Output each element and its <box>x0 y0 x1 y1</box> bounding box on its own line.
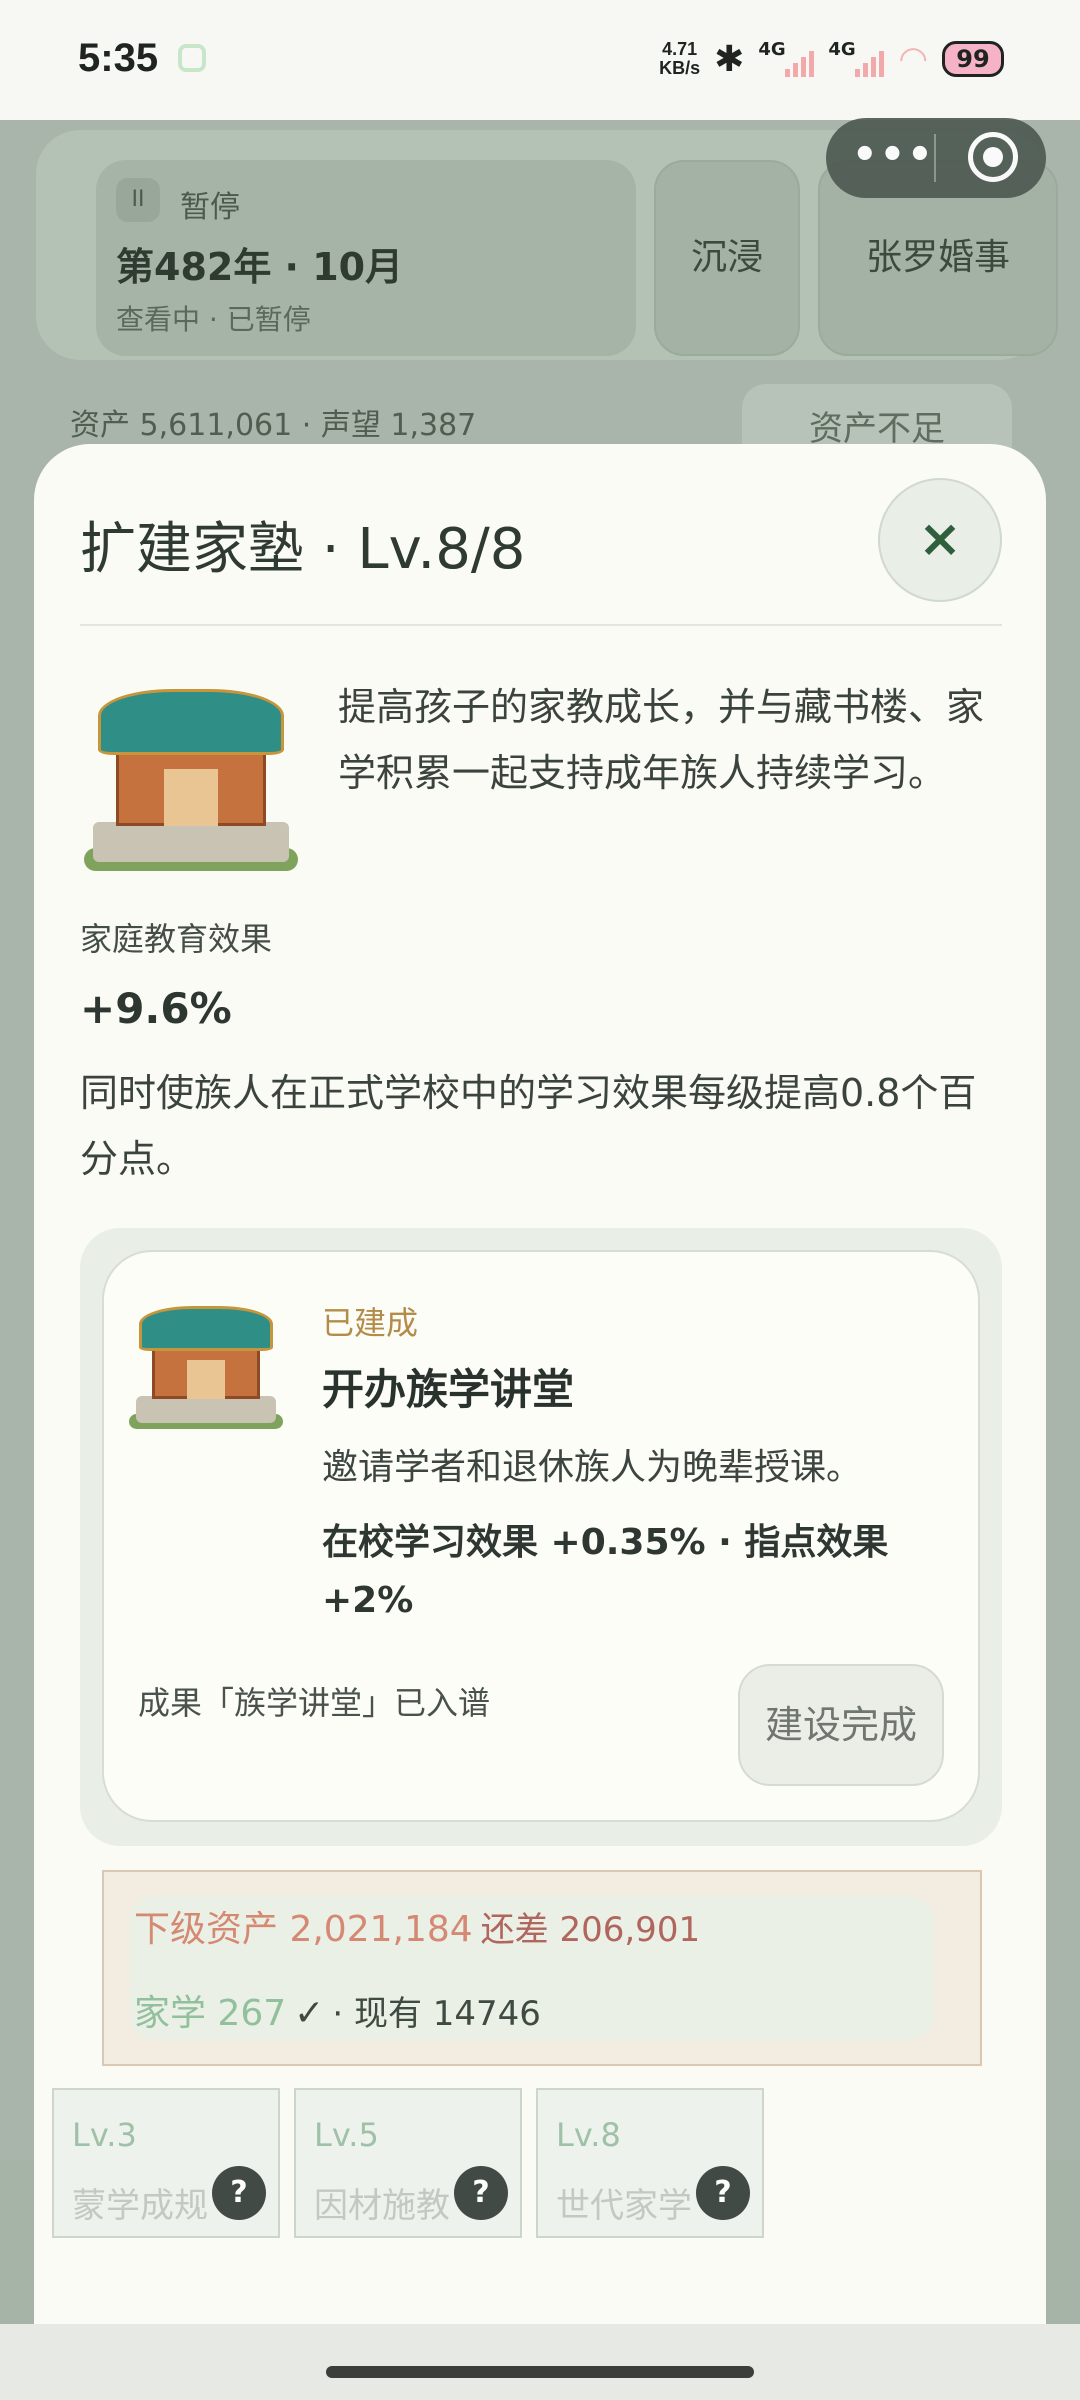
clock: 5:35 <box>78 36 159 80</box>
next-level-assets: 下级资产 2,021,184 <box>134 1909 473 1950</box>
building-description: 提高孩子的家教成长，并与藏书楼、家学积累一起支持成年族人持续学习。 <box>338 685 985 795</box>
network-speed: 4.71 KB/s <box>659 40 700 78</box>
milestone-name: 世代家学 <box>556 2186 692 2226</box>
modal-title: 扩建家塾 · Lv.8/8 <box>80 517 526 582</box>
family-learning-cost: 家学 267 <box>134 1993 287 2034</box>
upgrade-card: 已建成 开办族学讲堂 邀请学者和退休族人为晚辈授课。 在校学习效果 +0.35%… <box>102 1250 980 1822</box>
signal-icon-2: 4G <box>828 39 885 79</box>
family-learning-current: · 现有 14746 <box>332 1994 541 2034</box>
family-school-image <box>80 662 302 884</box>
view-status: 查看中 · 已暂停 <box>116 303 311 336</box>
help-icon[interactable]: ? <box>454 2166 508 2220</box>
milestone-level: Lv.8 <box>556 2116 621 2154</box>
milestone-lv3[interactable]: Lv.3 蒙学成规 ? <box>52 2088 280 2238</box>
help-icon[interactable]: ? <box>212 2166 266 2220</box>
milestone-name: 因材施教 <box>314 2186 450 2226</box>
upgrade-status: 已建成 <box>322 1304 419 1342</box>
upgrade-description: 邀请学者和退休族人为晚辈授课。 <box>322 1447 863 1488</box>
miniprogram-capsule: ••• <box>826 118 1046 198</box>
status-bar: 5:35 4.71 KB/s ✱ 4G 4G ◠ 99 <box>0 0 1080 120</box>
effect-note: 同时使族人在正式学校中的学习效果每级提高0.8个百分点。 <box>80 1071 977 1181</box>
asset-shortfall: 还差 206,901 <box>480 1910 701 1950</box>
home-indicator[interactable] <box>326 2366 754 2378</box>
cost-box: 下级资产 2,021,184 还差 206,901 家学 267 ✓ · 现有 147… <box>102 1870 982 2066</box>
effect-value: +9.6% <box>80 984 232 1033</box>
status-icons: 4.71 KB/s ✱ 4G 4G ◠ 99 <box>659 34 1004 84</box>
network-type-label-2: 4G <box>828 39 856 60</box>
lecture-hall-image <box>126 1288 286 1438</box>
check-icon: ✓ <box>294 1993 325 2034</box>
navigation-bar <box>0 2324 1080 2400</box>
speed-value: 4.71 <box>662 39 698 59</box>
time-card[interactable]: II 暂停 第482年 · 10月 查看中 · 已暂停 <box>96 160 636 356</box>
close-miniprogram-icon[interactable] <box>968 132 1018 182</box>
pause-icon: II <box>116 178 160 222</box>
immerse-button[interactable]: 沉浸 <box>654 160 800 356</box>
help-icon[interactable]: ? <box>696 2166 750 2220</box>
upgrade-section: 已建成 开办族学讲堂 邀请学者和退休族人为晚辈授课。 在校学习效果 +0.35%… <box>80 1228 1002 1846</box>
milestone-level: Lv.3 <box>72 2116 137 2154</box>
more-menu-icon[interactable]: ••• <box>852 132 933 182</box>
family-learning-row: 家学 267 ✓ · 现有 14746 <box>134 1984 541 2036</box>
pause-label: 暂停 <box>180 190 240 225</box>
milestone-lv8[interactable]: Lv.8 世代家学 ? <box>536 2088 764 2238</box>
bluetooth-icon: ✱ <box>714 38 745 80</box>
assets-reputation: 资产 5,611,061 · 声望 1,387 <box>70 408 477 443</box>
speed-unit: KB/s <box>659 58 701 78</box>
milestone-level: Lv.5 <box>314 2116 379 2154</box>
milestone-lv5[interactable]: Lv.5 因材施教 ? <box>294 2088 522 2238</box>
upgrade-footer: 成果「族学讲堂」已入谱 <box>138 1684 491 1722</box>
upgrade-stats: 在校学习效果 +0.35% · 指点效果 +2% <box>322 1522 889 1621</box>
building-detail-modal: 扩建家塾 · Lv.8/8 × 提高孩子的家教成长，并与藏书楼、家学积累一起支持… <box>34 444 1046 2324</box>
network-type-label: 4G <box>758 39 786 60</box>
build-complete-button[interactable]: 建设完成 <box>738 1664 944 1786</box>
capsule-divider <box>934 134 936 182</box>
battery-icon: 99 <box>942 41 1004 77</box>
effect-label: 家庭教育效果 <box>80 920 273 958</box>
signal-icon: 4G <box>758 39 815 79</box>
close-button[interactable]: × <box>878 478 1002 602</box>
milestone-name: 蒙学成规 <box>72 2186 208 2226</box>
upgrade-name: 开办族学讲堂 <box>322 1365 575 1414</box>
divider <box>80 624 1002 626</box>
wifi-icon: ◠ <box>898 39 928 79</box>
app-notification-icon <box>178 44 206 72</box>
year-month: 第482年 · 10月 <box>116 245 404 289</box>
asset-cost-row: 下级资产 2,021,184 还差 206,901 <box>134 1900 700 1952</box>
